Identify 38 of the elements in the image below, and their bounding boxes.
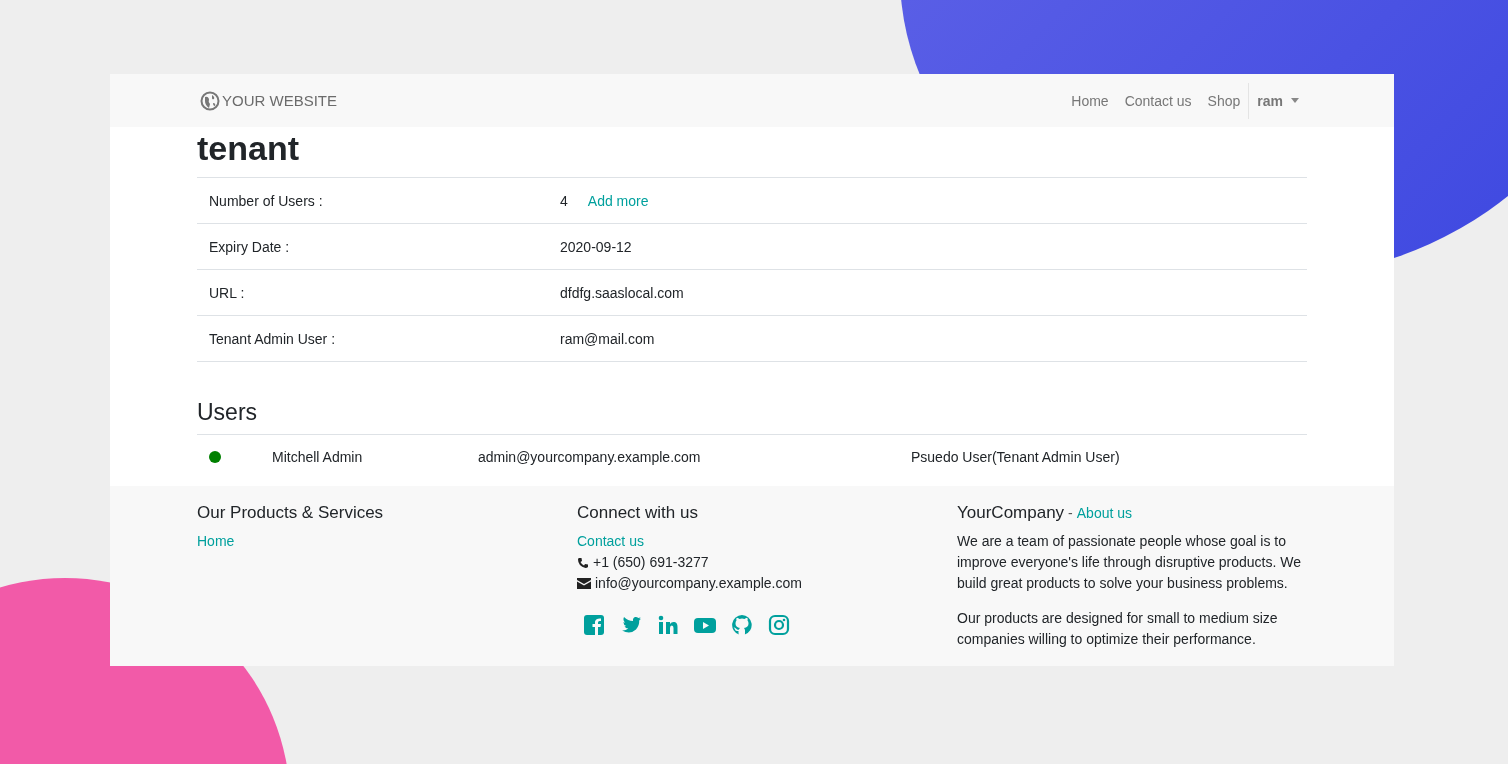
about-us-link[interactable]: About us — [1076, 503, 1133, 524]
detail-value: 2020-09-12 — [560, 238, 632, 255]
phone-icon — [577, 556, 589, 569]
github-icon[interactable] — [731, 614, 753, 636]
footer-heading: YourCompany — [957, 502, 1065, 524]
envelope-icon — [577, 578, 591, 589]
about-paragraph: Our products are designed for small to medium size companies willing to optimize their performance. — [957, 609, 1279, 649]
detail-value: dfdfg.saaslocal.com — [560, 284, 684, 301]
footer-link[interactable]: Home — [197, 531, 235, 552]
globe-icon — [200, 90, 220, 111]
user-email: admin@yourcompany.example.com — [478, 449, 702, 465]
nav-link[interactable]: Home — [1063, 92, 1117, 109]
about-paragraph: We are a team of passionate people whose goal is to improve everyone's life through disruptive products. We build great products to solve your business problems. — [957, 532, 1303, 593]
detail-label: Expiry Date : — [208, 238, 291, 255]
add-more-link[interactable]: Add more — [587, 192, 649, 209]
nav-link[interactable]: Shop — [1199, 92, 1249, 109]
detail-label: Number of Users : — [208, 192, 324, 209]
facebook-icon[interactable] — [583, 614, 605, 636]
detail-value: ram@mail.com — [560, 330, 655, 347]
nav-link[interactable]: Contact us — [1116, 92, 1200, 109]
user-name: Mitchell Admin — [272, 449, 364, 465]
email-address: info@yourcompany.example.com — [595, 574, 802, 593]
website-logo[interactable]: YOUR WEBSITE — [197, 90, 340, 111]
user-role: Psuedo User(Tenant Admin User) — [911, 449, 1120, 465]
users-heading: Users — [197, 398, 1307, 435]
detail-label: Tenant Admin User : — [208, 330, 337, 347]
footer-heading: Connect with us — [577, 502, 699, 524]
footer-heading: Our Products & Services — [197, 502, 385, 524]
page-title: tenant — [197, 128, 300, 169]
linkedin-icon[interactable] — [657, 614, 679, 636]
user-menu[interactable]: ram — [1249, 92, 1307, 109]
caret-icon — [1291, 98, 1299, 103]
detail-value: 4 — [560, 192, 568, 209]
instagram-icon[interactable] — [768, 614, 790, 636]
separator-text: - — [1068, 504, 1073, 523]
detail-label: URL : — [208, 284, 246, 301]
contact-link[interactable]: Contact us — [577, 531, 644, 552]
phone-number: +1 (650) 691-3277 — [593, 553, 709, 572]
